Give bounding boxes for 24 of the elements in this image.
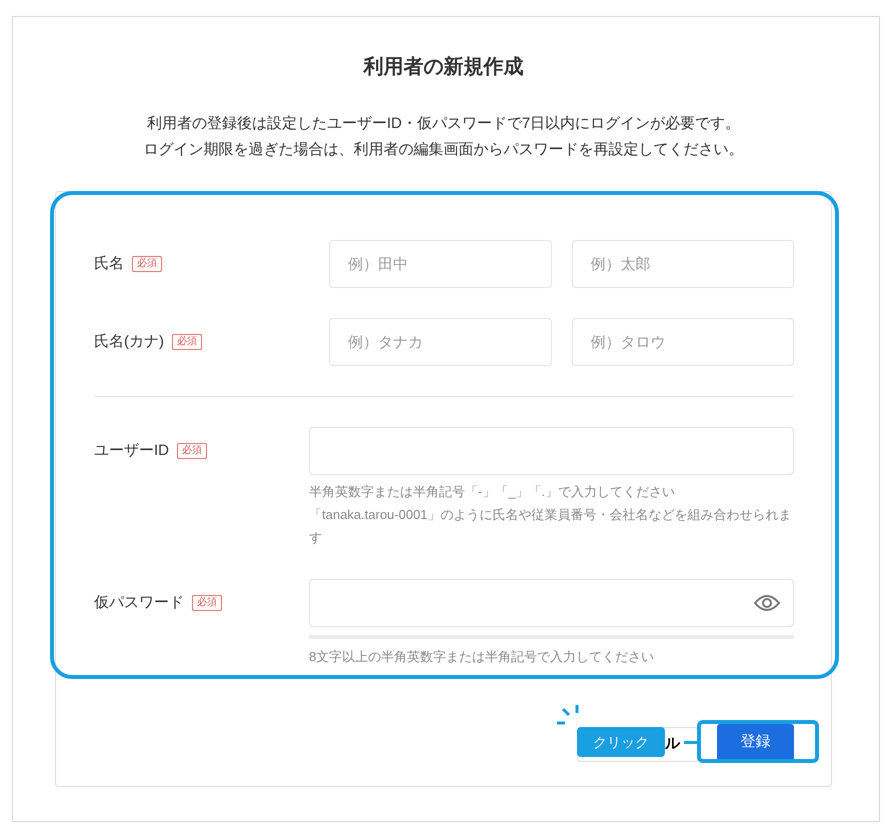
required-tag: 必須 xyxy=(192,595,222,611)
register-button[interactable]: 登録 xyxy=(717,724,794,761)
click-tooltip: クリック xyxy=(577,727,665,757)
required-tag: 必須 xyxy=(177,443,207,459)
input-field[interactable]: 例）タナカ xyxy=(329,318,552,366)
cancel-button[interactable]: ル xyxy=(665,727,699,762)
description-text: 利用者の登録後は設定したユーザーID・仮パスワードで7日以内にログインが必要です。 xyxy=(146,114,742,134)
required-tag: 必須 xyxy=(172,334,202,350)
input-field[interactable] xyxy=(309,427,794,475)
field-label: 氏名 xyxy=(94,254,124,274)
description-text: ログイン期限を過ぎた場合は、利用者の編集画面からパスワードを再設定してください。 xyxy=(142,140,744,160)
password-field[interactable] xyxy=(309,579,794,627)
required-tag: 必須 xyxy=(132,256,162,272)
input-field[interactable]: 例）田中 xyxy=(329,240,552,288)
hint-text: 半角英数字または半角記号「-」「_」「.」で入力してください xyxy=(309,483,676,501)
field-label: ユーザーID xyxy=(94,440,169,461)
input-field[interactable]: 例）太郎 xyxy=(572,240,794,288)
hint-text: 8文字以上の半角英数字または半角記号で入力してください xyxy=(309,648,656,666)
input-field[interactable]: 例）タロウ xyxy=(572,318,794,366)
hint-text: 「tanaka.tarou-0001」のように氏名や従業員番号・会社名などを組み合わせられます xyxy=(309,506,793,547)
eye-icon[interactable] xyxy=(753,593,781,613)
field-label: 氏名(カナ) xyxy=(94,332,164,352)
page-title: 利用者の新規作成 xyxy=(362,54,524,79)
field-label: 仮パスワード xyxy=(94,592,184,613)
